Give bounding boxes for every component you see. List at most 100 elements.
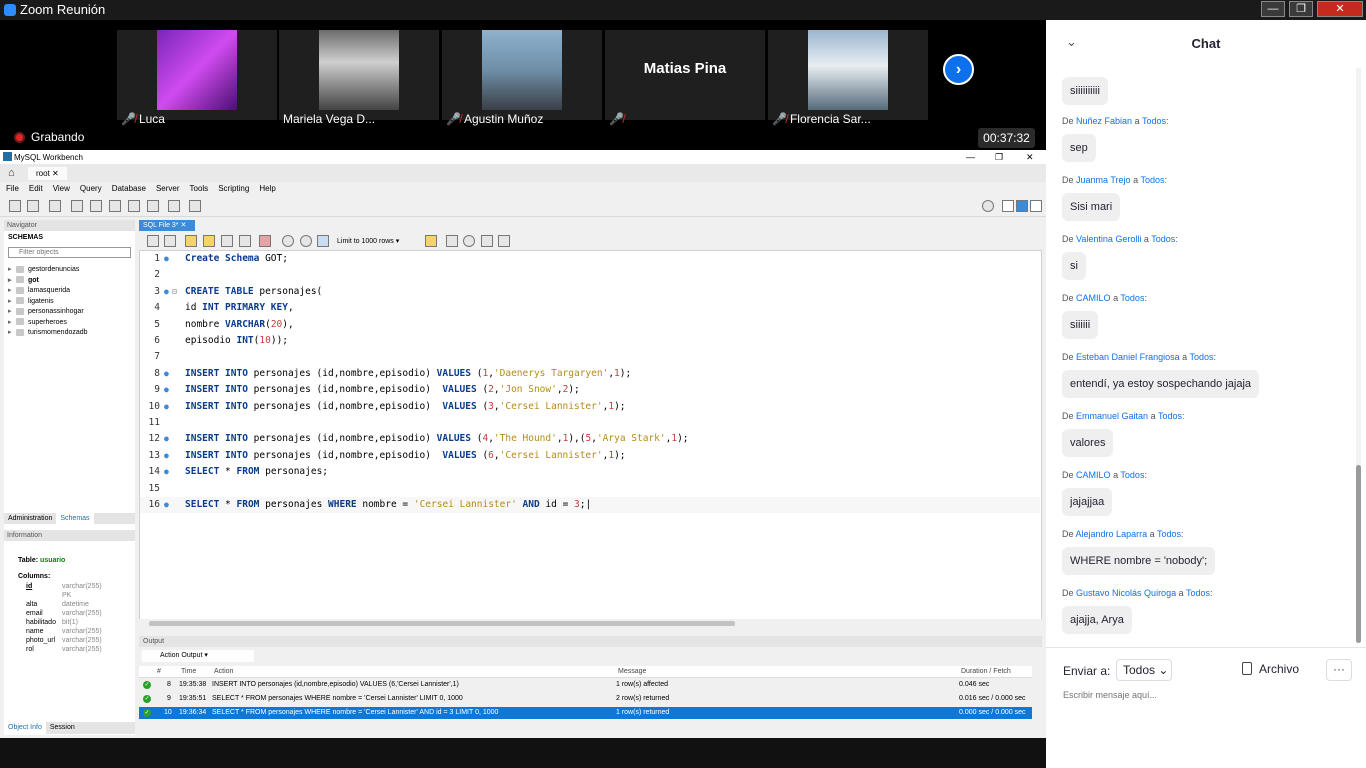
participant-tile[interactable]: Mariela Vega D... xyxy=(279,30,439,126)
sql-editor[interactable]: 1 ● Create Schema GOT; 2 3 ● ⊟ CREATE TABLE p… xyxy=(139,250,1042,620)
tab-schemas[interactable]: Schemas xyxy=(56,513,94,524)
toggle-error-icon[interactable] xyxy=(259,235,271,247)
home-icon[interactable]: ⌂ xyxy=(8,167,15,179)
create-table-icon[interactable] xyxy=(90,200,102,212)
toggle-sidebar-icon[interactable] xyxy=(1002,200,1014,212)
create-schema-icon[interactable] xyxy=(71,200,83,212)
toggle-secondary-sidebar-icon[interactable] xyxy=(1030,200,1042,212)
save-icon[interactable] xyxy=(164,235,176,247)
chat-message: De Gustavo Nicolás Quiroga a Todos: ajaj… xyxy=(1062,588,1213,634)
filter-objects-input[interactable] xyxy=(8,247,131,258)
editor-horizontal-scrollbar[interactable] xyxy=(139,619,1042,627)
tab-session[interactable]: Session xyxy=(46,722,79,734)
menu-tools[interactable]: Tools xyxy=(190,182,209,195)
success-check-icon: ✓ xyxy=(143,695,151,703)
stop-icon[interactable] xyxy=(239,235,251,247)
bookmark-icon[interactable] xyxy=(425,235,437,247)
schema-item[interactable]: ▸ superheroes xyxy=(8,318,88,329)
file-button[interactable]: Archivo xyxy=(1242,662,1299,676)
wb-close-button[interactable]: ✕ xyxy=(1026,152,1034,163)
create-function-icon[interactable] xyxy=(147,200,159,212)
code-line: 7 xyxy=(154,351,160,363)
open-file-icon[interactable] xyxy=(147,235,159,247)
limit-rows-select[interactable]: Limit to 1000 rows ▾ xyxy=(337,236,415,247)
participant-tile[interactable]: 🎤̸ Luca xyxy=(117,30,277,126)
chat-message: De CAMILO a Todos: siiiiii xyxy=(1062,293,1147,339)
chat-sender[interactable]: Juanma Trejo xyxy=(1076,175,1131,185)
connection-tab[interactable]: root ✕ xyxy=(28,167,67,180)
output-row[interactable]: ✓ 8 19:35:38 INSERT INTO personajes (id,… xyxy=(139,679,1032,691)
search-table-icon[interactable] xyxy=(168,200,180,212)
navigator-tabs: Administration Schemas xyxy=(4,513,135,524)
output-row[interactable]: ✓ 9 19:35:51 SELECT * FROM personajes WH… xyxy=(139,693,1032,705)
reconnect-icon[interactable] xyxy=(189,200,201,212)
open-sql-icon[interactable] xyxy=(27,200,39,212)
chat-sender[interactable]: CAMILO xyxy=(1076,470,1111,480)
inspector-icon[interactable] xyxy=(49,200,61,212)
menu-file[interactable]: File xyxy=(6,182,19,195)
menu-server[interactable]: Server xyxy=(156,182,180,195)
invisible-chars-icon[interactable] xyxy=(481,235,493,247)
participant-tile[interactable]: 🎤̸ Florencia Sar... xyxy=(768,30,928,126)
wb-minimize-button[interactable]: — xyxy=(966,152,975,162)
database-icon xyxy=(16,307,24,315)
wb-maximize-button[interactable]: ❐ xyxy=(995,152,1003,163)
close-tab-icon[interactable]: ✕ xyxy=(181,222,187,229)
schema-item[interactable]: ▸ personassinhogar xyxy=(8,307,88,318)
commit-icon[interactable] xyxy=(282,235,294,247)
table-name: usuario xyxy=(40,557,66,564)
sql-file-tab[interactable]: SQL File 3* ✕ xyxy=(139,220,195,231)
code-line: 15 xyxy=(148,482,160,494)
schema-item[interactable]: ▸ ligatenis xyxy=(8,297,88,308)
action-output-select[interactable]: Action Output ▾ xyxy=(142,650,254,662)
close-tab-icon[interactable]: ✕ xyxy=(52,169,59,178)
participant-tile[interactable]: Matias Pina 🎤̸ xyxy=(605,30,765,126)
chat-sender[interactable]: Valentina Gerolli xyxy=(1076,234,1141,244)
settings-gear-icon[interactable] xyxy=(982,200,994,212)
find-icon[interactable] xyxy=(463,235,475,247)
chat-sender[interactable]: Nuñez Fabian xyxy=(1076,116,1132,126)
autocommit-icon[interactable] xyxy=(317,235,329,247)
minimize-button[interactable]: — xyxy=(1261,1,1285,17)
more-options-button[interactable]: ··· xyxy=(1326,659,1352,681)
explain-icon[interactable] xyxy=(221,235,233,247)
close-button[interactable]: ✕ xyxy=(1317,1,1363,17)
menu-database[interactable]: Database xyxy=(112,182,146,195)
chat-message-input[interactable] xyxy=(1063,688,1353,702)
tab-administration[interactable]: Administration xyxy=(4,513,56,524)
schema-item[interactable]: ▸ lamasquerida xyxy=(8,286,88,297)
send-to-select[interactable]: Todos ⌄ xyxy=(1116,659,1172,681)
word-wrap-icon[interactable] xyxy=(498,235,510,247)
column-row: id varchar(255) xyxy=(26,583,102,590)
schema-item-active[interactable]: ▸ got xyxy=(8,276,88,287)
next-page-button[interactable]: › xyxy=(943,54,974,85)
menu-view[interactable]: View xyxy=(53,182,70,195)
rollback-icon[interactable] xyxy=(300,235,312,247)
menu-help[interactable]: Help xyxy=(259,182,275,195)
output-row-selected[interactable]: ✓ 10 19:36:34 SELECT * FROM personajes W… xyxy=(139,707,1032,719)
tab-object-info[interactable]: Object Info xyxy=(4,722,46,734)
schema-item[interactable]: ▸ gestordenuncias xyxy=(8,265,88,276)
chat-sender[interactable]: Esteban Daniel Frangiosa xyxy=(1076,352,1180,362)
code-line-current: 16 ● SELECT * FROM personajes WHERE nombre… xyxy=(140,497,1040,513)
create-procedure-icon[interactable] xyxy=(128,200,140,212)
chat-sender[interactable]: Gustavo Nicolás Quiroga xyxy=(1076,588,1176,598)
execute-icon[interactable] xyxy=(185,235,197,247)
menu-query[interactable]: Query xyxy=(80,182,102,195)
maximize-button[interactable]: ❐ xyxy=(1289,1,1313,17)
chat-scrollbar[interactable] xyxy=(1356,68,1361,643)
column-row: name varchar(255) xyxy=(26,628,102,635)
chat-sender[interactable]: Alejandro Laparra xyxy=(1076,529,1148,539)
menu-edit[interactable]: Edit xyxy=(29,182,43,195)
participant-tile[interactable]: 🎤̸ Agustin Muñoz xyxy=(442,30,602,126)
schema-item[interactable]: ▸ turismomendozadb xyxy=(8,328,88,339)
menu-scripting[interactable]: Scripting xyxy=(218,182,249,195)
execute-current-icon[interactable] xyxy=(203,235,215,247)
participant-name: Agustin Muñoz xyxy=(463,112,544,126)
toggle-output-icon[interactable] xyxy=(1016,200,1028,212)
beautify-icon[interactable] xyxy=(446,235,458,247)
chat-sender[interactable]: Emmanuel Gaitan xyxy=(1076,411,1148,421)
new-sql-tab-icon[interactable] xyxy=(9,200,21,212)
create-view-icon[interactable] xyxy=(109,200,121,212)
chat-sender[interactable]: CAMILO xyxy=(1076,293,1111,303)
